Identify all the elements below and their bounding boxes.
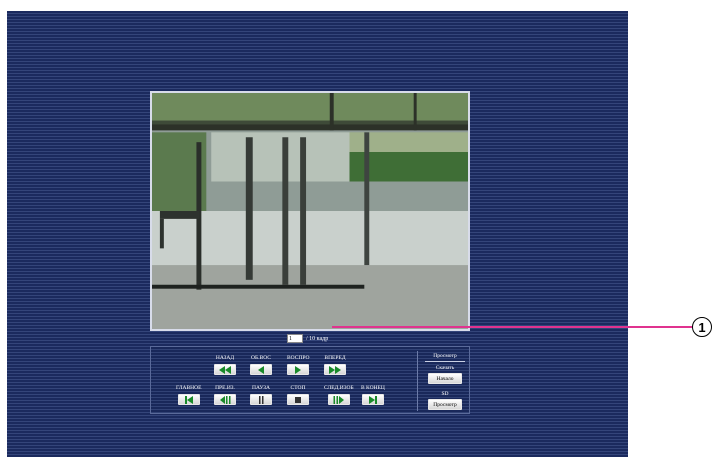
- previous-frame-button[interactable]: [214, 394, 236, 405]
- stop-icon: [295, 396, 301, 403]
- stop-control: СТОП: [287, 385, 309, 405]
- last-frame-control: В КОНЕЦ: [361, 385, 385, 405]
- reverse-play-button[interactable]: [250, 364, 272, 375]
- pause-icon: [259, 395, 264, 404]
- first-frame-label: ГЛАВНОЕ: [176, 385, 202, 391]
- rewind-control: НАЗАД: [214, 355, 236, 375]
- next-frame-label: СЛЕД.ИЗОБ: [324, 385, 354, 391]
- callout-number-badge: 1: [692, 317, 712, 337]
- previous-frame-label: ПРЕ.ИЗ.: [215, 385, 235, 391]
- first-frame-button[interactable]: [177, 394, 200, 405]
- next-frame-control: СЛЕД.ИЗОБ: [324, 385, 354, 405]
- play-label: ВОСПРО: [287, 355, 310, 361]
- next-frame-button[interactable]: [327, 394, 350, 405]
- next-frame-icon: [333, 395, 344, 404]
- skip-to-end-icon: [368, 395, 377, 404]
- reverse-play-label: ОБ.ВОС: [251, 355, 271, 361]
- reverse-play-control: ОБ.ВОС: [250, 355, 272, 375]
- fast-rewind-icon: [219, 365, 231, 374]
- reverse-play-icon: [258, 365, 264, 374]
- fast-forward-button[interactable]: [324, 364, 346, 375]
- play-button[interactable]: [287, 364, 310, 375]
- camera-image: [150, 91, 470, 331]
- camera-image-scene: [152, 93, 468, 329]
- pause-control: ПАУЗА: [250, 385, 272, 405]
- first-frame-control: ГЛАВНОЕ: [176, 385, 201, 405]
- frame-total-label: / 10 кадр: [306, 335, 329, 342]
- controls-divider: [417, 351, 418, 411]
- pause-button[interactable]: [250, 394, 272, 405]
- playback-controls: НАЗАД ОБ.ВОС ВОСПРО ВПЕРЕД ГЛАВНОЕ ПРЕ.И…: [150, 346, 470, 414]
- last-frame-button[interactable]: [361, 394, 384, 405]
- view-panel-title: Просмотр: [433, 353, 457, 359]
- previous-frame-icon: [220, 395, 231, 404]
- previous-frame-control: ПРЕ.ИЗ.: [214, 385, 236, 405]
- callout-leader-line: [332, 326, 692, 328]
- skip-to-start-icon: [184, 395, 193, 404]
- last-frame-label: В КОНЕЦ: [361, 385, 385, 391]
- fast-forward-control: ВПЕРЕД: [324, 355, 346, 375]
- stop-label: СТОП: [290, 385, 306, 391]
- sd-label: SD: [441, 391, 449, 397]
- frame-counter: / 10 кадр: [287, 333, 328, 344]
- view-panel-rule: [425, 361, 465, 362]
- start-download-button[interactable]: Начало: [428, 373, 462, 384]
- rewind-button[interactable]: [214, 364, 236, 375]
- rewind-label: НАЗАД: [215, 355, 235, 361]
- frame-number-input[interactable]: [287, 334, 303, 343]
- download-label: Скачать: [435, 365, 455, 371]
- play-control: ВОСПРО: [287, 355, 309, 375]
- pause-label: ПАУЗА: [251, 385, 270, 391]
- fast-forward-label: ВПЕРЕД: [324, 355, 346, 361]
- stop-button[interactable]: [287, 394, 309, 405]
- play-icon: [295, 365, 302, 374]
- sd-view-button[interactable]: Просмотр: [428, 399, 462, 410]
- fast-forward-icon: [329, 365, 341, 374]
- playback-window: / 10 кадр НАЗАД ОБ.ВОС ВОСПРО: [7, 11, 628, 457]
